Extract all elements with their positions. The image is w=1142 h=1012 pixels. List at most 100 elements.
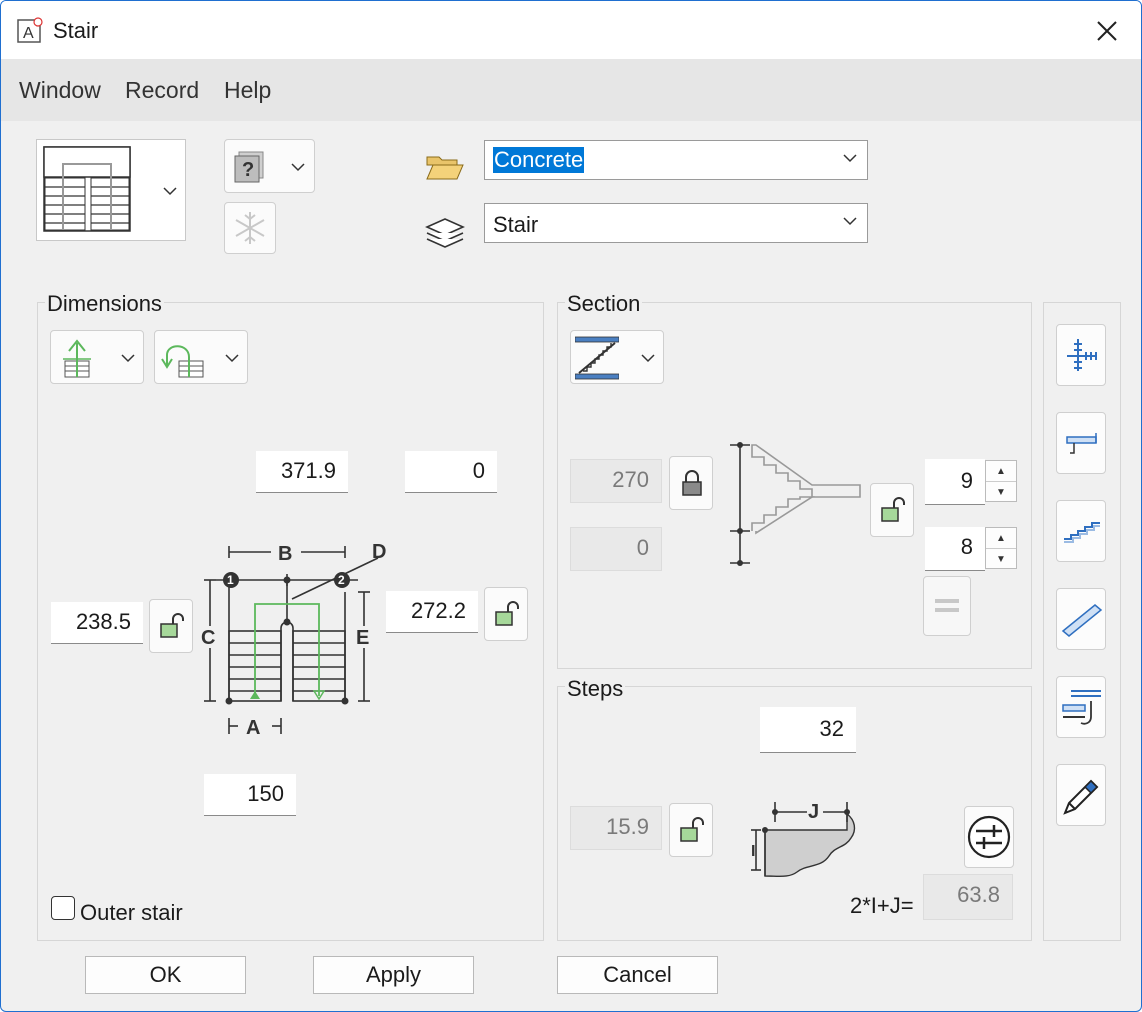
layer-dropdown[interactable]: Stair [484,203,868,243]
stair-dialog: A Stair Window Record Help ? Concrete St… [0,0,1142,1012]
stair-steps-icon [1064,522,1100,543]
u-stair-dimension-diagram: B D C E A 1 2 [201,541,386,739]
chevron-down-icon [641,354,655,363]
dimension-c-input[interactable]: 238.5 [51,602,143,644]
unlock-icon [160,613,184,638]
section-offset-input[interactable]: 0 [570,527,662,571]
section-steps-lock-button[interactable] [870,483,914,537]
dimension-e-lock-button[interactable] [484,587,528,641]
adjust-sliders-icon [967,815,1011,859]
chevron-down-icon [291,163,305,172]
chevron-down-icon [225,354,239,363]
railing-button[interactable] [1056,676,1106,738]
stair-turn-arrow-icon [161,345,204,378]
landing-button[interactable] [1056,412,1106,474]
u-stair-icon [43,146,131,232]
section-stair-diagram [730,442,861,566]
chevron-down-icon [163,187,177,196]
stair-direction-up-dropdown[interactable] [50,330,144,384]
label-2: 2 [338,573,345,587]
label-c: C [201,627,215,649]
material-dropdown[interactable]: Concrete [484,140,868,180]
menu-help[interactable]: Help [224,77,271,104]
stair-up-arrow-icon [63,339,91,378]
pencil-icon [1063,779,1099,815]
layer-value: Stair [493,212,539,237]
lower-steps-input[interactable]: 8 [925,527,985,571]
unlock-icon [495,601,519,626]
riser-height-input[interactable]: 15.9 [570,806,662,850]
lock-icon [682,470,702,496]
window-title: Stair [53,18,99,43]
dimension-c-lock-button[interactable] [149,599,193,653]
section-height-input[interactable]: 270 [570,459,662,503]
snowflake-icon [235,212,265,244]
material-value: Concrete [493,147,585,173]
ok-button[interactable]: OK [85,956,246,994]
menu-record[interactable]: Record [125,77,199,104]
app-icon: A [17,17,43,43]
dimension-a-input[interactable]: 150 [204,774,296,816]
stair-turn-direction-dropdown[interactable] [154,330,248,384]
upper-steps-spinner[interactable]: ▲ ▼ [985,460,1017,502]
menu-bar: Window Record Help [1,59,1141,121]
unlock-icon [881,497,905,522]
label-j: J [808,801,819,823]
spin-down-icon[interactable]: ▼ [986,549,1016,569]
label-d: D [372,541,386,563]
stair-type-dropdown[interactable] [36,139,186,241]
step-count-input[interactable]: 32 [760,707,856,753]
label-i: I [751,843,755,860]
axis-cross-icon [1067,339,1097,371]
folder-open-icon[interactable] [425,151,465,183]
equalize-steps-button[interactable] [923,576,971,636]
unlock-icon [680,817,704,842]
formula-value-field: 63.8 [923,874,1013,920]
help-mode-dropdown[interactable]: ? [224,139,315,193]
svg-text:A: A [23,25,34,42]
upper-steps-input[interactable]: 9 [925,459,985,505]
chevron-down-icon [843,154,857,163]
svg-text:?: ? [242,159,254,181]
section-height-lock-button[interactable] [669,456,713,510]
spin-down-icon[interactable]: ▼ [986,482,1016,502]
cancel-button[interactable]: Cancel [557,956,718,994]
step-profile-diagram: J I [751,801,856,878]
axis-button[interactable] [1056,324,1106,386]
steps-style-button[interactable] [1056,500,1106,562]
edit-button[interactable] [1056,764,1106,826]
dimension-d-input[interactable]: 0 [405,451,497,493]
riser-lock-button[interactable] [669,803,713,857]
spin-up-icon[interactable]: ▲ [986,461,1016,482]
formula-label: 2*I+J= [850,893,914,918]
dimensions-label: Dimensions [45,291,164,317]
apply-button[interactable]: Apply [313,956,474,994]
label-a: A [246,717,260,739]
slope-beam-icon [1061,604,1103,637]
outer-stair-label: Outer stair [80,900,183,925]
landing-icon [1066,433,1097,454]
label-e: E [356,627,369,649]
outer-stair-checkbox[interactable] [51,896,75,920]
menu-window[interactable]: Window [19,77,101,104]
freeze-button[interactable] [224,202,276,254]
equals-icon [935,599,959,612]
spin-up-icon[interactable]: ▲ [986,528,1016,549]
section-stair-icon [575,336,619,380]
lower-steps-spinner[interactable]: ▲ ▼ [985,527,1017,569]
chevron-down-icon [843,217,857,226]
section-label: Section [565,291,643,317]
section-type-dropdown[interactable] [570,330,664,384]
steps-label: Steps [565,676,626,702]
railing-icon [1062,690,1101,725]
step-settings-button[interactable] [964,806,1014,868]
chevron-down-icon [121,354,135,363]
label-1: 1 [227,573,234,587]
stringer-button[interactable] [1056,588,1106,650]
title-bar: A Stair [1,1,1141,59]
close-icon[interactable] [1091,15,1123,47]
label-b: B [278,543,292,565]
question-box-icon: ? [234,151,264,183]
dimension-b-input[interactable]: 371.9 [256,451,348,493]
layers-icon[interactable] [425,211,465,251]
